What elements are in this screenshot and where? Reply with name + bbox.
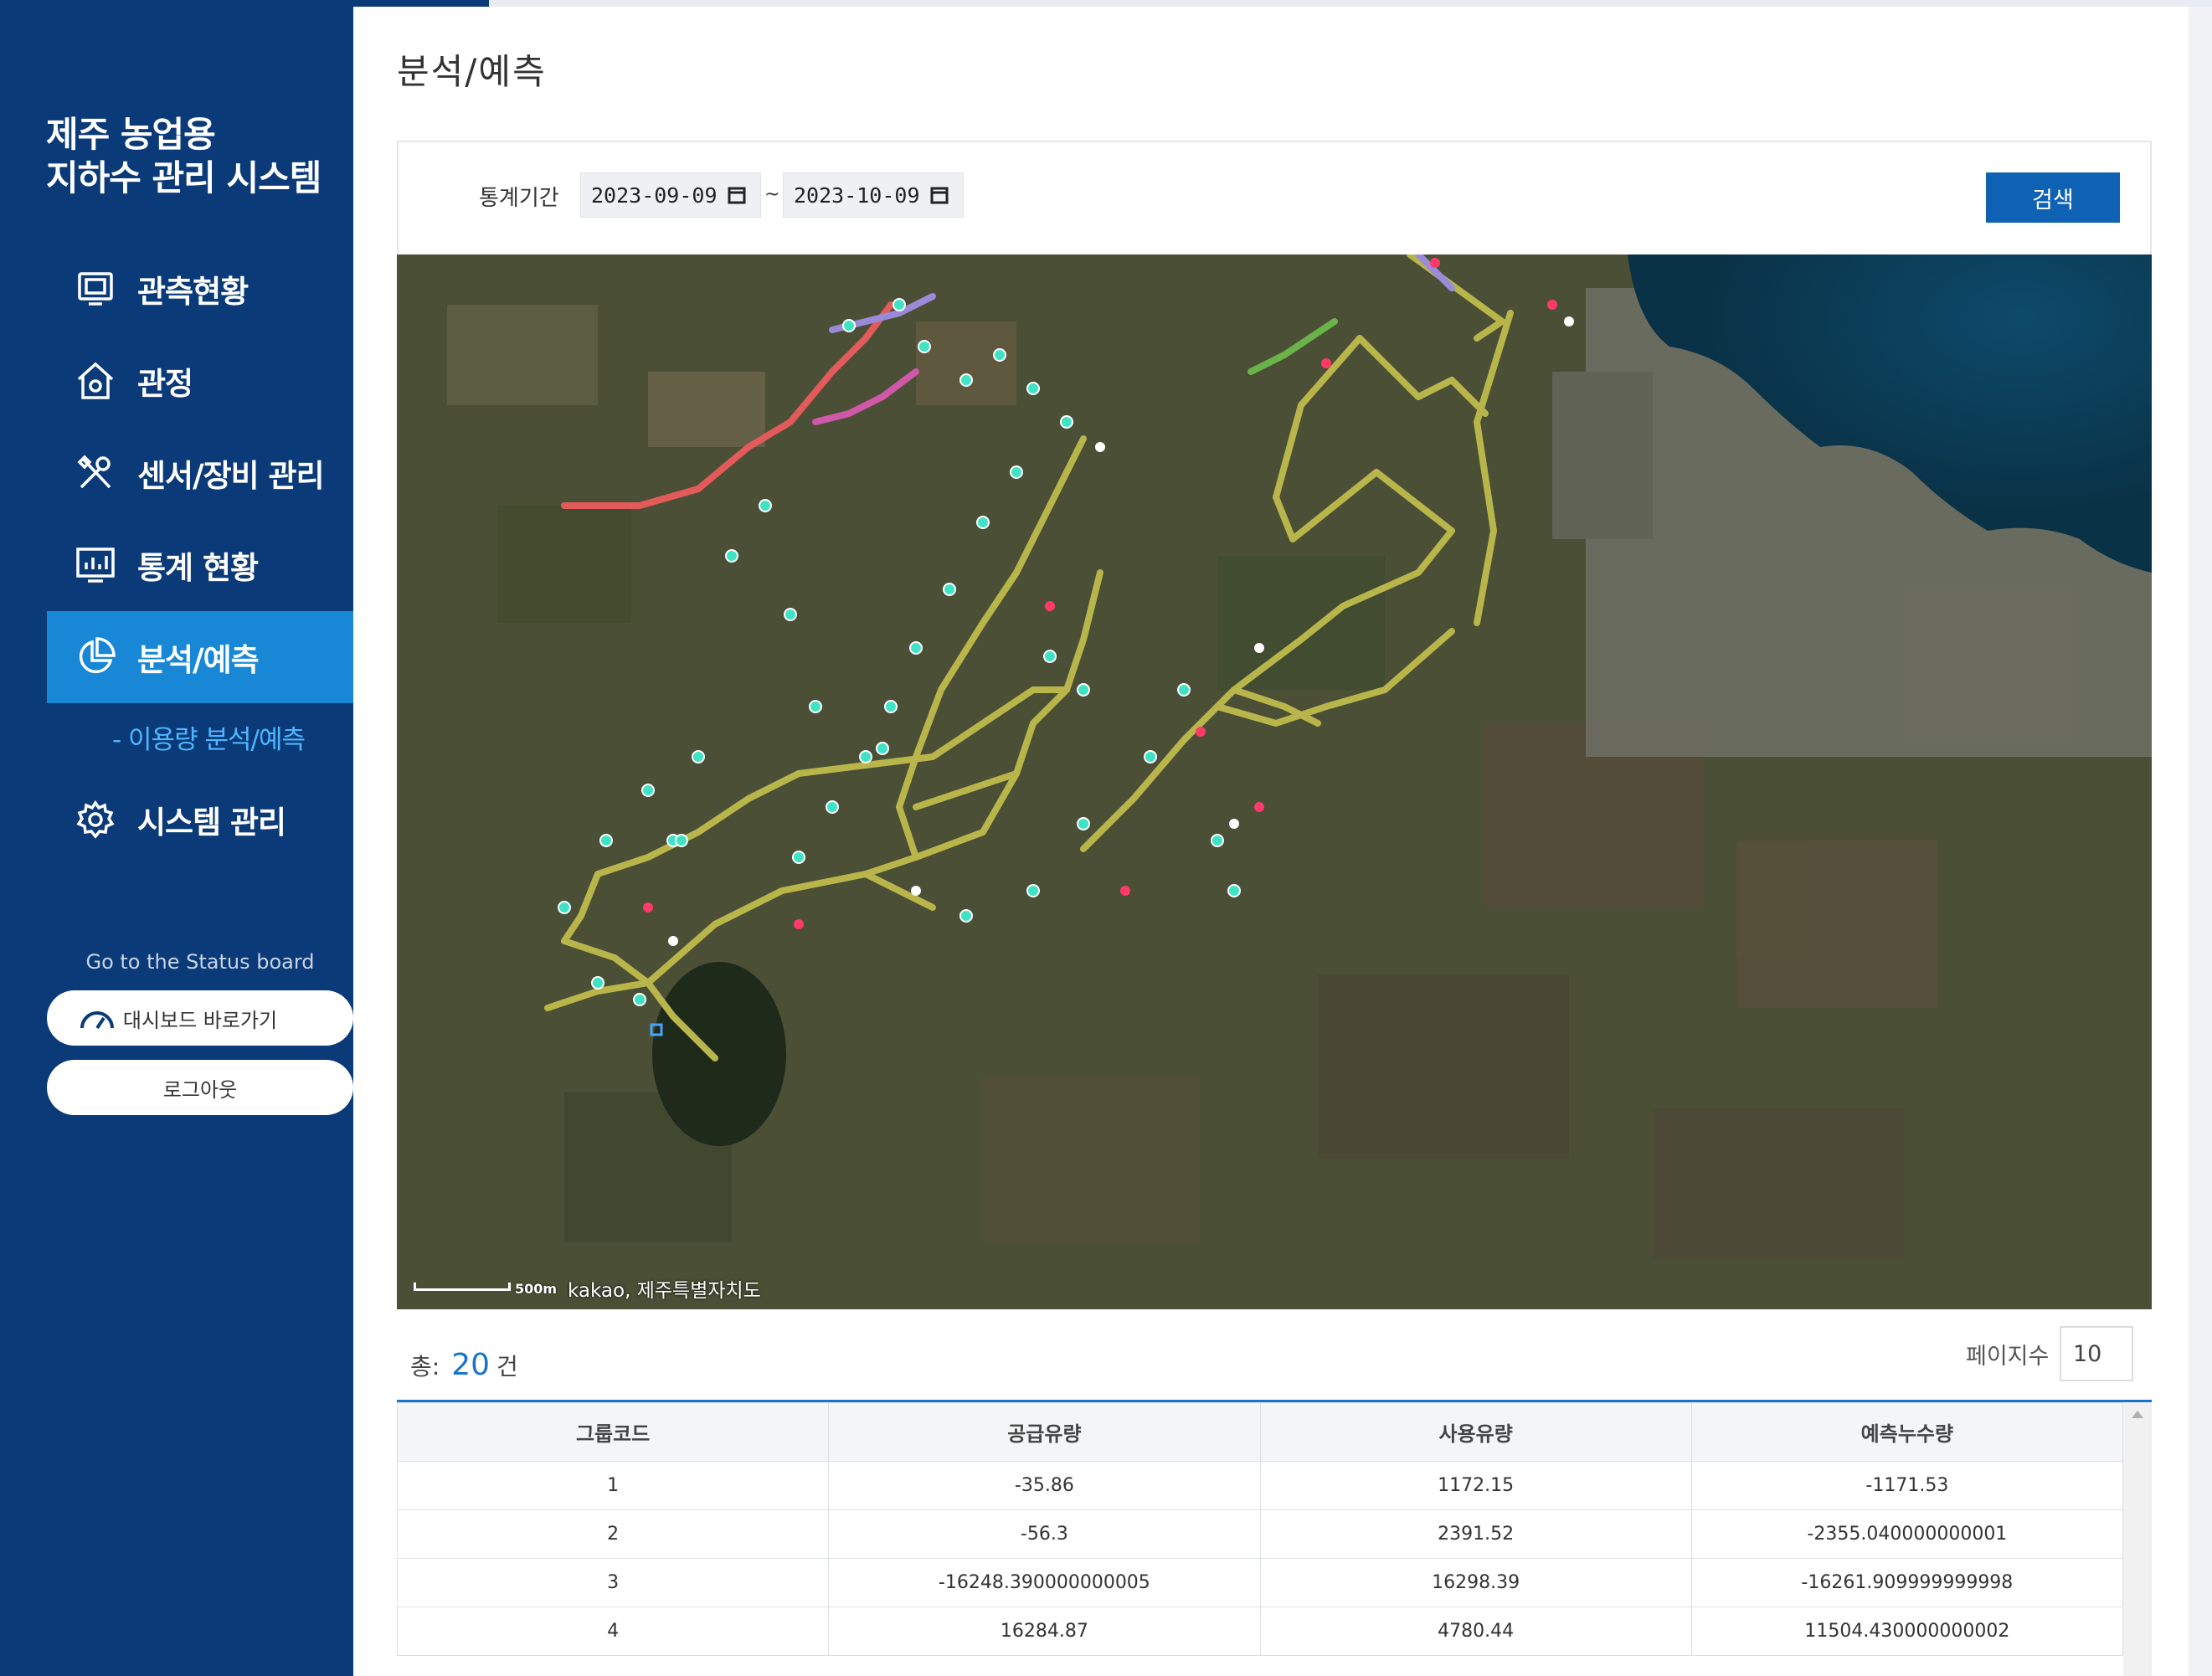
pie-chart-icon — [72, 634, 119, 681]
table-cell: -16261.909999999998 — [1690, 1558, 2124, 1607]
goto-status-text: Go to the Status board — [85, 950, 315, 974]
sidebar-item-label: 관측현황 — [137, 274, 249, 310]
sidebar-item-label: 통계 현황 — [137, 550, 259, 586]
table-row[interactable]: 2 -56.3 2391.52 -2355.040000000001 — [397, 1509, 2124, 1559]
crater — [652, 962, 786, 1146]
app-title: 제주 농업용 지하수 관리 시스템 — [46, 113, 322, 200]
results-table: 그룹코드 공급유량 사용유량 예측누수량 1 -35.86 1172.15 -1… — [397, 1400, 2152, 1676]
total-prefix: 총: — [410, 1353, 440, 1380]
chart-icon — [72, 542, 119, 589]
table-cell: -2355.040000000001 — [1690, 1509, 2124, 1559]
table-cell: 16284.87 — [828, 1607, 1261, 1656]
table-cell: 16298.39 — [1259, 1558, 1692, 1607]
table-row[interactable]: 1 -35.86 1172.15 -1171.53 — [397, 1461, 2124, 1510]
table-row[interactable]: 4 16284.87 4780.44 11504.430000000002 — [397, 1607, 2124, 1656]
end-date-value: 2023-10-09 — [794, 183, 920, 208]
sidebar-item-label: 센서/장비 관리 — [137, 458, 325, 494]
app-title-line1: 제주 농업용 — [46, 114, 216, 155]
table-cell: 3 — [397, 1558, 830, 1607]
map-scale-label: 500m — [515, 1281, 558, 1297]
table-cell: -1171.53 — [1690, 1461, 2124, 1510]
scroll-up-icon[interactable] — [2132, 1411, 2143, 1418]
calendar-icon[interactable] — [929, 185, 949, 210]
sidebar-item-wells[interactable]: 관정 — [47, 335, 353, 427]
end-date-input[interactable]: 2023-10-09 — [783, 172, 964, 218]
sidebar-item-analysis[interactable]: 분석/예측 — [47, 611, 353, 703]
search-button[interactable]: 검색 — [1986, 172, 2120, 223]
date-separator: ~ — [764, 184, 780, 205]
table-cell: 4780.44 — [1259, 1607, 1692, 1656]
top-bar — [353, 0, 2212, 7]
logout-button-label: 로그아웃 — [162, 1077, 238, 1102]
page-title: 분석/예측 — [397, 51, 547, 92]
gauge-icon — [77, 1001, 117, 1040]
total-suffix: 건 — [496, 1353, 518, 1380]
satellite-map — [397, 254, 2152, 1309]
table-scrollbar[interactable] — [2123, 1402, 2152, 1676]
table-cell: -56.3 — [828, 1509, 1261, 1559]
sidebar-item-sensors[interactable]: 센서/장비 관리 — [47, 427, 353, 519]
period-label: 통계기간 — [479, 186, 559, 211]
header-supply-flow[interactable]: 공급유량 — [828, 1402, 1261, 1462]
calendar-icon[interactable] — [727, 185, 747, 210]
logout-button[interactable]: 로그아웃 — [47, 1060, 353, 1115]
page-scrollbar[interactable] — [2189, 7, 2212, 1676]
page-size-label: 페이지수 — [1966, 1344, 2050, 1370]
dashboard-button[interactable]: 대시보드 바로가기 — [47, 990, 353, 1046]
page-size-input[interactable]: 10 — [2060, 1326, 2133, 1381]
table-cell: -16248.390000000005 — [828, 1558, 1261, 1607]
sidebar-item-statistics[interactable]: 통계 현황 — [47, 519, 353, 611]
gear-icon — [72, 796, 119, 843]
header-group-code[interactable]: 그룹코드 — [397, 1402, 830, 1462]
house-icon — [72, 357, 119, 404]
sidebar-item-label: 관정 — [137, 366, 193, 402]
table-cell: 1 — [397, 1461, 830, 1510]
sidebar: 제주 농업용 지하수 관리 시스템 관측현황 관정 센서/장비 관리 통계 현황… — [0, 0, 353, 1676]
table-cell: -35.86 — [828, 1461, 1261, 1510]
map-attribution: kakao, 제주특별자치도 — [568, 1280, 761, 1302]
table-cell: 2391.52 — [1259, 1509, 1692, 1559]
sidebar-nav: 관측현황 관정 센서/장비 관리 통계 현황 분석/예측 - 이용량 분석/예측… — [47, 243, 353, 866]
total-number: 20 — [451, 1348, 491, 1382]
header-usage-flow[interactable]: 사용유량 — [1259, 1402, 1692, 1462]
sidebar-item-label: 분석/예측 — [137, 642, 260, 678]
top-bar-active-tab — [353, 0, 489, 7]
sidebar-item-system[interactable]: 시스템 관리 — [47, 774, 353, 866]
table-cell: 2 — [397, 1509, 830, 1559]
dashboard-button-label: 대시보드 바로가기 — [122, 1008, 278, 1032]
total-count: 총: 20 건 — [410, 1348, 518, 1382]
table-cell: 1172.15 — [1259, 1461, 1692, 1510]
table-cell: 4 — [397, 1607, 830, 1656]
table-cell: 11504.430000000002 — [1690, 1607, 2124, 1656]
start-date-input[interactable]: 2023-09-09 — [580, 172, 761, 218]
sidebar-item-observation[interactable]: 관측현황 — [47, 243, 353, 335]
map-scale-bar — [414, 1283, 511, 1291]
header-predicted-leak[interactable]: 예측누수량 — [1690, 1402, 2124, 1462]
table-row[interactable]: 3 -16248.390000000005 16298.39 -16261.90… — [397, 1558, 2124, 1607]
tools-icon — [72, 450, 119, 496]
start-date-value: 2023-09-09 — [591, 183, 718, 208]
sidebar-subitem-usage-analysis[interactable]: - 이용량 분석/예측 — [47, 703, 353, 770]
table-header-row: 그룹코드 공급유량 사용유량 예측누수량 — [397, 1402, 2124, 1462]
sidebar-item-label: 시스템 관리 — [137, 805, 286, 841]
monitor-icon — [72, 265, 119, 312]
app-title-line2: 지하수 관리 시스템 — [46, 157, 322, 198]
map-view[interactable] — [397, 254, 2152, 1309]
